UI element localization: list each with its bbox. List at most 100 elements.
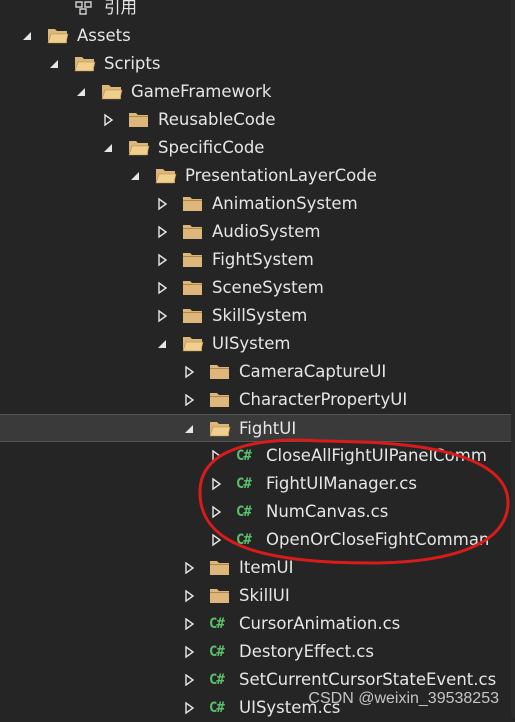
tree-item[interactable]: AudioSystem bbox=[0, 218, 515, 246]
expanded-arrow-icon[interactable] bbox=[101, 141, 115, 155]
folder-open-icon bbox=[182, 335, 204, 353]
tree-item[interactable]: FightUI bbox=[0, 414, 515, 442]
collapsed-arrow-icon[interactable] bbox=[209, 477, 223, 491]
tree-item[interactable]: C# OpenOrCloseFightComman bbox=[0, 526, 515, 554]
folder-icon bbox=[128, 111, 150, 129]
expanded-arrow-icon[interactable] bbox=[74, 85, 88, 99]
folder-open-icon bbox=[209, 420, 231, 438]
references-icon bbox=[74, 0, 96, 17]
tree-item-label: GameFramework bbox=[131, 82, 272, 101]
watermark: CSDN @weixin_39538253 bbox=[308, 690, 499, 707]
collapsed-arrow-icon[interactable] bbox=[182, 365, 196, 379]
tree-item[interactable]: SceneSystem bbox=[0, 274, 515, 302]
tree-item[interactable]: ItemUI bbox=[0, 554, 515, 582]
tree-item[interactable]: C# CursorAnimation.cs bbox=[0, 610, 515, 638]
tree-item-label: CloseAllFightUIPanelComm bbox=[266, 446, 487, 465]
collapsed-arrow-icon[interactable] bbox=[182, 617, 196, 631]
csharp-file-icon: C# bbox=[236, 532, 252, 548]
collapsed-arrow-icon[interactable] bbox=[155, 197, 169, 211]
expanded-arrow-icon[interactable] bbox=[182, 422, 196, 436]
tree-item[interactable]: FightSystem bbox=[0, 246, 515, 274]
tree-item[interactable]: SpecificCode bbox=[0, 134, 515, 162]
expanded-arrow-icon[interactable] bbox=[47, 57, 61, 71]
tree-item-label: NumCanvas.cs bbox=[266, 502, 389, 521]
tree-item[interactable]: GameFramework bbox=[0, 78, 515, 106]
csharp-file-icon: C# bbox=[236, 504, 252, 520]
collapsed-arrow-icon[interactable] bbox=[155, 225, 169, 239]
collapsed-arrow-icon[interactable] bbox=[155, 281, 169, 295]
tree-item-label: FightSystem bbox=[212, 250, 314, 269]
tree-item-label: OpenOrCloseFightComman bbox=[266, 530, 490, 549]
solution-explorer-tree: 引用 Assets Scripts GameFramework ReusableCode… bbox=[0, 0, 515, 722]
tree-item-label: SkillUI bbox=[239, 586, 290, 605]
collapsed-arrow-icon[interactable] bbox=[209, 449, 223, 463]
folder-open-icon bbox=[74, 55, 96, 73]
folder-icon bbox=[209, 391, 231, 409]
csharp-file-icon: C# bbox=[209, 616, 225, 632]
collapsed-arrow-icon[interactable] bbox=[101, 113, 115, 127]
tree-item[interactable]: C# FightUIManager.cs bbox=[0, 470, 515, 498]
tree-item[interactable]: SkillUI bbox=[0, 582, 515, 610]
expanded-arrow-icon[interactable] bbox=[128, 169, 142, 183]
tree-item-label: SetCurrentCursorStateEvent.cs bbox=[239, 670, 497, 689]
collapsed-arrow-icon[interactable] bbox=[155, 253, 169, 267]
tree-item[interactable]: UISystem bbox=[0, 330, 515, 358]
tree-item[interactable]: SkillSystem bbox=[0, 302, 515, 330]
tree-item-label: PresentationLayerCode bbox=[185, 166, 377, 185]
tree-item-label: ItemUI bbox=[239, 558, 294, 577]
tree-item-label: Assets bbox=[77, 26, 131, 45]
tree-item[interactable]: CameraCaptureUI bbox=[0, 358, 515, 386]
folder-open-icon bbox=[47, 27, 69, 45]
tree-item-label: FightUIManager.cs bbox=[266, 474, 417, 493]
folder-open-icon bbox=[155, 167, 177, 185]
tree-item-label: DestoryEffect.cs bbox=[239, 642, 374, 661]
tree-item-label: AudioSystem bbox=[212, 222, 321, 241]
tree-item[interactable]: AnimationSystem bbox=[0, 190, 515, 218]
csharp-file-icon: C# bbox=[236, 476, 252, 492]
csharp-file-icon: C# bbox=[209, 672, 225, 688]
collapsed-arrow-icon[interactable] bbox=[209, 505, 223, 519]
tree-item[interactable]: C# DestoryEffect.cs bbox=[0, 638, 515, 666]
tree-item-label: SceneSystem bbox=[212, 278, 324, 297]
csharp-file-icon: C# bbox=[209, 644, 225, 660]
expanded-arrow-icon[interactable] bbox=[20, 29, 34, 43]
collapsed-arrow-icon[interactable] bbox=[182, 673, 196, 687]
expanded-arrow-icon[interactable] bbox=[155, 337, 169, 351]
csharp-file-icon: C# bbox=[236, 448, 252, 464]
tree-item[interactable]: Assets bbox=[0, 22, 515, 50]
tree-item[interactable]: ReusableCode bbox=[0, 106, 515, 134]
collapsed-arrow-icon[interactable] bbox=[182, 393, 196, 407]
folder-icon bbox=[182, 195, 204, 213]
folder-open-icon bbox=[128, 139, 150, 157]
tree-item-label: UISystem bbox=[212, 334, 291, 353]
collapsed-arrow-icon[interactable] bbox=[209, 533, 223, 547]
folder-icon bbox=[209, 363, 231, 381]
collapsed-arrow-icon[interactable] bbox=[155, 309, 169, 323]
tree-item[interactable]: CharacterPropertyUI bbox=[0, 386, 515, 414]
tree-item-label: CameraCaptureUI bbox=[239, 362, 387, 381]
collapsed-arrow-icon[interactable] bbox=[182, 561, 196, 575]
tree-item-label: 引用 bbox=[104, 0, 137, 17]
tree-item[interactable]: C# CloseAllFightUIPanelComm bbox=[0, 442, 515, 470]
tree-item-label: AnimationSystem bbox=[212, 194, 358, 213]
folder-icon bbox=[182, 307, 204, 325]
tree-item-label: CharacterPropertyUI bbox=[239, 390, 408, 409]
tree-item-label: SpecificCode bbox=[158, 138, 265, 157]
collapsed-arrow-icon[interactable] bbox=[182, 589, 196, 603]
collapsed-arrow-icon[interactable] bbox=[182, 645, 196, 659]
folder-icon bbox=[209, 587, 231, 605]
tree-item-label: ReusableCode bbox=[158, 110, 276, 129]
tree-item[interactable]: Scripts bbox=[0, 50, 515, 78]
vertical-scrollbar[interactable] bbox=[511, 0, 515, 718]
csharp-file-icon: C# bbox=[209, 700, 225, 716]
collapsed-arrow-icon[interactable] bbox=[182, 701, 196, 715]
folder-icon bbox=[182, 251, 204, 269]
tree-item[interactable]: PresentationLayerCode bbox=[0, 162, 515, 190]
tree-item[interactable]: 引用 bbox=[0, 0, 515, 22]
tree-item-label: SkillSystem bbox=[212, 306, 308, 325]
folder-open-icon bbox=[101, 83, 123, 101]
folder-icon bbox=[209, 559, 231, 577]
tree-item[interactable]: C# NumCanvas.cs bbox=[0, 498, 515, 526]
folder-icon bbox=[182, 279, 204, 297]
tree-item-label: CursorAnimation.cs bbox=[239, 614, 401, 633]
